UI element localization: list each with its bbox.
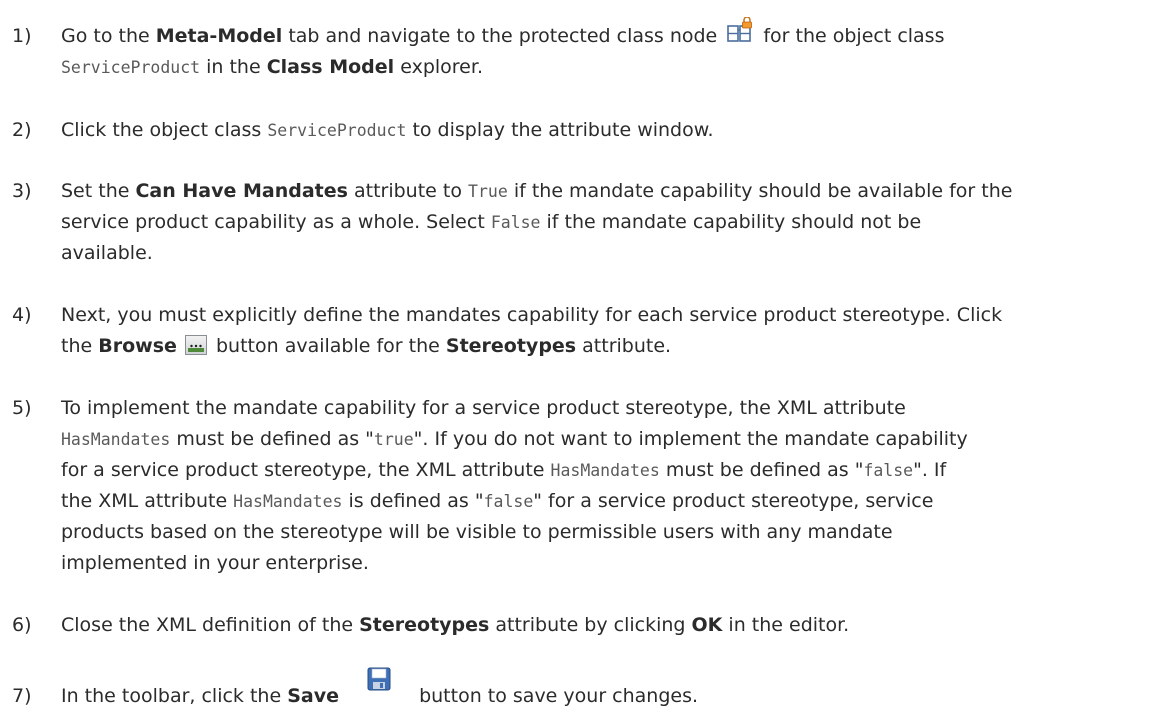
step-text: Set the Can Have Mandates attribute to T… (61, 176, 1157, 269)
text-run: attribute. (576, 335, 672, 357)
text-run: ". If you do not want to implement the m… (413, 428, 968, 450)
text-run: tab and navigate to the protected class … (282, 25, 724, 47)
step-text: To implement the mandate capability for … (61, 393, 1157, 579)
code-term: false (863, 461, 914, 480)
text-run: button to save your changes. (419, 685, 699, 707)
code-term: HasMandates (550, 461, 660, 480)
step-text: In the toolbar, click the Save button to… (61, 667, 1157, 712)
step-number: 6) (12, 614, 32, 636)
step-text: Go to the Meta-Model tab and navigate to… (61, 15, 1157, 83)
text-run: the XML attribute (61, 490, 234, 512)
text-run: must be defined as " (659, 459, 864, 481)
step-text: Click the object class ServiceProduct to… (61, 115, 1157, 146)
text-run: to display the attribute window. (406, 119, 714, 141)
text-run: ". If (913, 459, 947, 481)
text-run: available. (61, 242, 153, 264)
step-text: Close the XML definition of the Stereoty… (61, 610, 1157, 641)
text-run: explorer. (394, 56, 483, 78)
text-run: button available for the (215, 335, 446, 357)
text-run: Next, you must explicitly define the man… (61, 304, 1003, 326)
text-run: the (61, 335, 99, 357)
code-term: True (468, 182, 508, 201)
instruction-document: 1) Go to the Meta-Model tab and navigate… (0, 0, 1170, 713)
ui-label: Stereotypes (359, 614, 490, 636)
code-term: false (483, 492, 534, 511)
text-run: Go to the (61, 25, 156, 47)
text-run: Set the (61, 180, 136, 202)
text-run: To implement the mandate capability for … (61, 397, 906, 419)
code-term: ServiceProduct (267, 121, 407, 140)
text-run: for a service product stereotype, the XM… (61, 459, 551, 481)
text-run: in the (200, 56, 267, 78)
text-run: Close the XML definition of the (61, 614, 360, 636)
step-text: Next, you must explicitly define the man… (61, 300, 1157, 362)
step-number: 1) (12, 25, 32, 47)
text-run: " for a service product stereotype, serv… (533, 490, 934, 512)
step-number: 7) (12, 685, 32, 707)
text-run: must be defined as " (170, 428, 374, 450)
code-term: HasMandates (61, 430, 171, 449)
save-icon[interactable] (367, 667, 391, 691)
ui-label: Meta-Model (155, 25, 283, 47)
step-number: 5) (12, 397, 32, 419)
step-number: 2) (12, 119, 32, 141)
ui-label: Class Model (266, 56, 395, 78)
text-run: is defined as " (342, 490, 484, 512)
text-run: for the object class (763, 25, 945, 47)
browse-icon[interactable] (184, 334, 207, 355)
code-term: ServiceProduct (61, 58, 201, 77)
ui-label: Browse (98, 335, 177, 357)
ui-label: OK (691, 614, 723, 636)
step-number: 3) (12, 180, 32, 202)
protected-class-node-icon (727, 15, 753, 43)
code-term: False (490, 213, 541, 232)
text-run: products based on the stereotype will be… (61, 521, 893, 543)
text-run: attribute to (347, 180, 469, 202)
text-run: in the editor. (722, 614, 850, 636)
ui-label: Can Have Mandates (135, 180, 348, 202)
text-run: attribute by clicking (489, 614, 692, 636)
text-run: service product capability as a whole. S… (61, 211, 491, 233)
ui-label: Stereotypes (445, 335, 577, 357)
text-run: if the mandate capability should not be (540, 211, 922, 233)
text-run: if the mandate capability should be avai… (507, 180, 1013, 202)
code-term: HasMandates (233, 492, 343, 511)
text-run: Click the object class (61, 119, 268, 141)
text-run: In the toolbar, click the (61, 685, 288, 707)
step-number: 4) (12, 304, 32, 326)
text-run: implemented in your enterprise. (61, 552, 369, 574)
code-term: true (373, 430, 414, 449)
ui-label: Save (287, 685, 339, 707)
